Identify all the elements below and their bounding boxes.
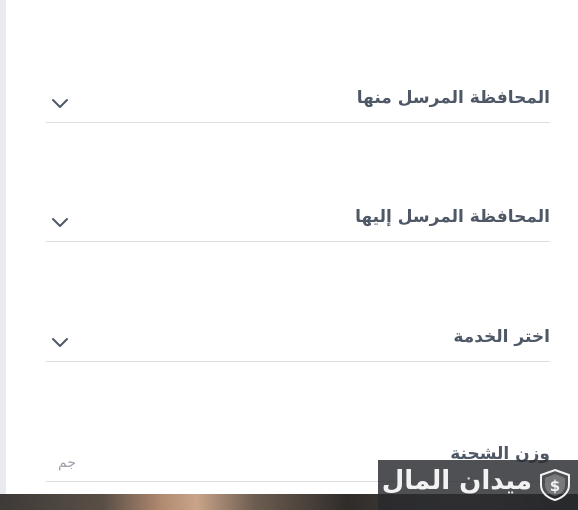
watermark-brand-text: ميدان المال bbox=[381, 466, 532, 496]
shipping-form-card: المحافظة المرسل منها المحافظة المرسل إلي… bbox=[6, 0, 578, 510]
destination-governorate-label: المحافظة المرسل إليها bbox=[355, 207, 550, 227]
service-select[interactable]: اختر الخدمة bbox=[46, 323, 550, 362]
chevron-down-icon[interactable] bbox=[50, 215, 70, 229]
weight-unit-suffix: جم bbox=[58, 455, 76, 471]
origin-governorate-select[interactable]: المحافظة المرسل منها bbox=[46, 84, 550, 123]
destination-governorate-select[interactable]: المحافظة المرسل إليها bbox=[46, 203, 550, 242]
shield-dollar-icon: $ bbox=[538, 468, 572, 502]
chevron-down-icon[interactable] bbox=[50, 96, 70, 110]
chevron-down-icon[interactable] bbox=[50, 335, 70, 349]
service-label: اختر الخدمة bbox=[453, 327, 550, 347]
brand-watermark: ميدان المال $ bbox=[378, 460, 578, 510]
svg-text:$: $ bbox=[550, 477, 560, 495]
origin-governorate-label: المحافظة المرسل منها bbox=[356, 88, 550, 108]
